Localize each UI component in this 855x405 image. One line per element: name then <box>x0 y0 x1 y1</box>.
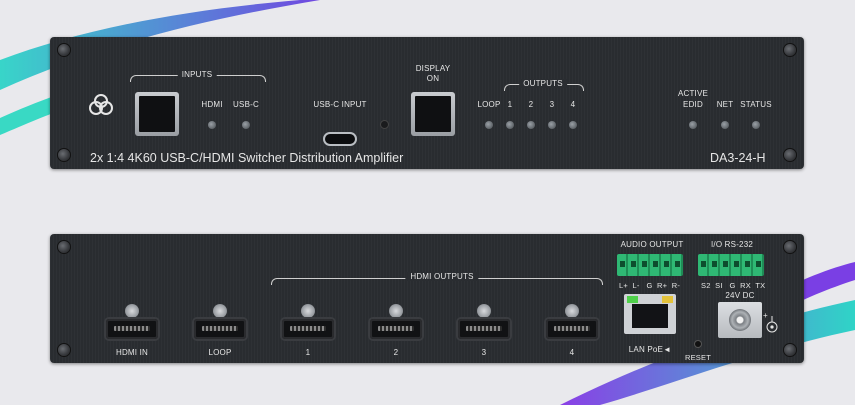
hdmi-lock-nut <box>301 304 315 318</box>
display-on-button[interactable] <box>411 92 455 136</box>
status-led <box>752 121 760 129</box>
power-label: 24V DC <box>725 291 755 300</box>
lan-activity-led <box>662 296 673 303</box>
display-label: DISPLAY <box>415 64 451 73</box>
hdmi-in-label: HDMI IN <box>115 348 149 357</box>
status-label: STATUS <box>740 100 772 109</box>
audio-output-label: AUDIO OUTPUT <box>620 240 684 249</box>
output-4-led <box>569 121 577 129</box>
screw-icon <box>784 44 796 56</box>
net-led <box>721 121 729 129</box>
dc-polarity-icon: + <box>763 311 778 333</box>
hdmi-loop-port[interactable] <box>194 319 246 339</box>
rear-panel: HDMI OUTPUTS HDMI IN LOOP 1 2 3 4 AUDIO … <box>50 234 804 363</box>
loop-label: LOOP <box>477 100 501 109</box>
audio-output-terminal[interactable] <box>617 254 683 276</box>
screw-icon <box>58 241 70 253</box>
usbc-port[interactable] <box>325 134 355 144</box>
io-rs232-label: I/O RS-232 <box>710 240 754 249</box>
edid-label: EDID <box>683 100 703 109</box>
hdmi-lock-nut <box>389 304 403 318</box>
hdmi-lock-nut <box>477 304 491 318</box>
lan-socket <box>632 304 668 328</box>
screw-icon <box>784 149 796 161</box>
product-name: 2x 1:4 4K60 USB-C/HDMI Switcher Distribu… <box>90 151 404 165</box>
sensor-icon <box>381 121 388 128</box>
screw-icon <box>784 344 796 356</box>
hdmi-out-3-label: 3 <box>481 348 487 357</box>
hdmi-input-led <box>208 121 216 129</box>
dc-jack-socket <box>729 309 751 331</box>
input-select-button[interactable] <box>135 92 179 136</box>
output-2-label: 2 <box>528 100 534 109</box>
active-label: ACTIVE <box>677 89 709 98</box>
hdmi-lock-nut <box>213 304 227 318</box>
inputs-label: INPUTS <box>177 70 217 79</box>
reset-button[interactable] <box>695 341 701 347</box>
model-number: DA3-24-H <box>710 151 766 165</box>
usbc-input-led <box>242 121 250 129</box>
hdmi-out-4-label: 4 <box>569 348 575 357</box>
hdmi-out-4-port[interactable] <box>546 319 598 339</box>
active-edid-led <box>689 121 697 129</box>
output-1-led <box>506 121 514 129</box>
output-3-led <box>548 121 556 129</box>
screw-icon <box>58 44 70 56</box>
hdmi-out-2-port[interactable] <box>370 319 422 339</box>
lan-poe-port[interactable] <box>624 294 676 334</box>
hdmi-outputs-label: HDMI OUTPUTS <box>405 272 479 281</box>
output-1-label: 1 <box>507 100 513 109</box>
svg-text:+: + <box>763 311 768 320</box>
output-2-led <box>527 121 535 129</box>
io-pin-labels: S2 SI G RX TX <box>701 281 766 290</box>
reset-label: RESET <box>684 353 712 362</box>
display-on-label: ON <box>426 74 440 83</box>
hdmi-led-label: HDMI <box>201 100 223 109</box>
usbc-input-label: USB-C INPUT <box>313 100 367 109</box>
hdmi-lock-nut <box>565 304 579 318</box>
io-rs232-terminal[interactable] <box>698 254 764 276</box>
output-3-label: 3 <box>549 100 555 109</box>
brand-logo-icon <box>89 94 113 115</box>
lan-poe-label: LAN PoE◄ <box>628 345 672 354</box>
audio-pin-labels: L+ L- G R+ R- <box>619 281 681 290</box>
hdmi-out-3-port[interactable] <box>458 319 510 339</box>
hdmi-in-port[interactable] <box>106 319 158 339</box>
dc-power-jack[interactable] <box>718 302 762 338</box>
hdmi-out-2-label: 2 <box>393 348 399 357</box>
lan-link-led <box>627 296 638 303</box>
loop-led <box>485 121 493 129</box>
screw-icon <box>784 241 796 253</box>
screw-icon <box>58 149 70 161</box>
hdmi-lock-nut <box>125 304 139 318</box>
hdmi-out-1-port[interactable] <box>282 319 334 339</box>
outputs-label: OUTPUTS <box>519 79 567 88</box>
front-panel: INPUTS HDMI USB-C USB-C INPUT DISPLAY ON… <box>50 37 804 169</box>
screw-icon <box>58 344 70 356</box>
hdmi-loop-label: LOOP <box>208 348 232 357</box>
hdmi-out-1-label: 1 <box>305 348 311 357</box>
output-4-label: 4 <box>570 100 576 109</box>
usbc-led-label: USB-C <box>233 100 259 109</box>
net-label: NET <box>716 100 734 109</box>
